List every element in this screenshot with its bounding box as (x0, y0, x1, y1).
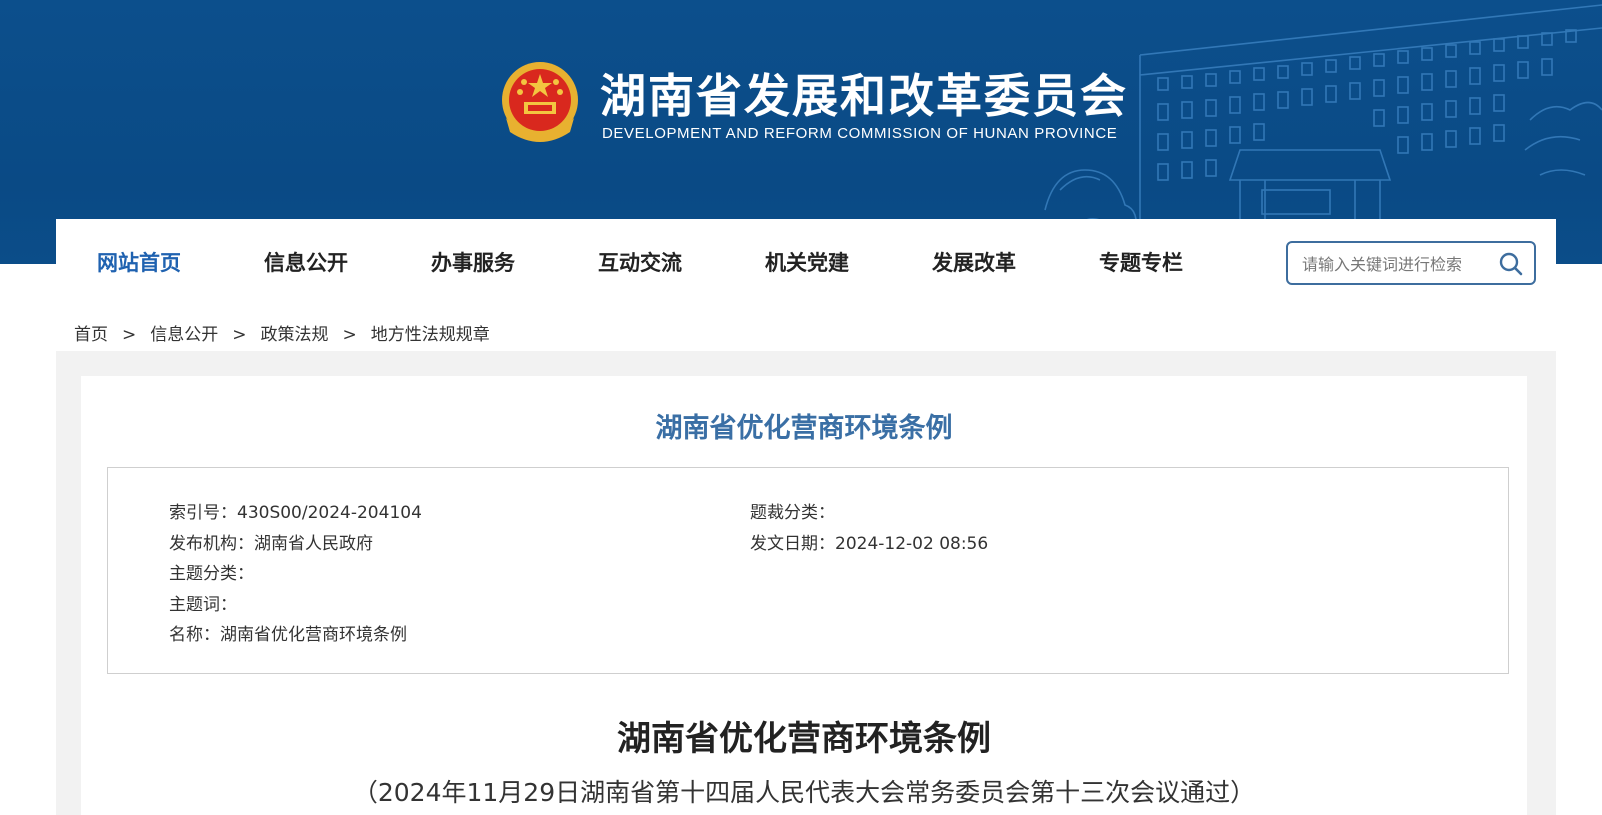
nav-item-info-disclosure[interactable]: 信息公开 (264, 247, 348, 277)
nav-item-interaction[interactable]: 互动交流 (598, 247, 682, 277)
document-card: 湖南省优化营商环境条例 索引号：430S00/2024-204104 题裁分类：… (81, 376, 1527, 815)
breadcrumb: 首页 > 信息公开 > 政策法规 > 地方性法规规章 (74, 320, 490, 345)
meta-issue-date: 发文日期：2024-12-02 08:56 (750, 534, 989, 554)
meta-index-number: 索引号：430S00/2024-204104 (169, 503, 422, 523)
breadcrumb-home[interactable]: 首页 (74, 325, 108, 345)
search-box (1286, 241, 1536, 285)
breadcrumb-info-disclosure[interactable]: 信息公开 (150, 325, 218, 345)
national-emblem-icon (502, 62, 578, 142)
breadcrumb-local-regulations[interactable]: 地方性法规规章 (371, 325, 490, 345)
article-title: 湖南省优化营商环境条例 (617, 719, 991, 759)
nav-item-special-topics[interactable]: 专题专栏 (1099, 247, 1183, 277)
search-icon[interactable] (1498, 251, 1524, 277)
article-subtitle: （2024年11月29日湖南省第十四届人民代表大会常务委员会第十三次会议通过） (352, 778, 1256, 807)
document-meta-box: 索引号：430S00/2024-204104 题裁分类： 发布机构：湖南省人民政… (107, 467, 1509, 674)
breadcrumb-separator: > (342, 325, 357, 345)
meta-genre: 题裁分类： (750, 503, 835, 523)
meta-topic-category: 主题分类： (169, 564, 254, 584)
breadcrumb-separator: > (122, 325, 137, 345)
search-input[interactable] (1300, 249, 1494, 279)
site-subtitle: DEVELOPMENT AND REFORM COMMISSION OF HUN… (602, 125, 1118, 142)
nav-item-development-reform[interactable]: 发展改革 (932, 247, 1016, 277)
meta-name: 名称：湖南省优化营商环境条例 (169, 625, 407, 645)
main-nav: 网站首页 信息公开 办事服务 互动交流 机关党建 发展改革 专题专栏 (56, 219, 1556, 309)
meta-publisher: 发布机构：湖南省人民政府 (169, 534, 373, 554)
meta-keywords: 主题词： (169, 595, 237, 615)
nav-item-services[interactable]: 办事服务 (431, 247, 515, 277)
nav-item-party-building[interactable]: 机关党建 (765, 247, 849, 277)
breadcrumb-policies[interactable]: 政策法规 (261, 325, 329, 345)
site-title: 湖南省发展和改革委员会 (600, 69, 1128, 123)
breadcrumb-separator: > (232, 325, 247, 345)
document-title: 湖南省优化营商环境条例 (655, 413, 953, 444)
nav-item-home[interactable]: 网站首页 (97, 247, 181, 277)
